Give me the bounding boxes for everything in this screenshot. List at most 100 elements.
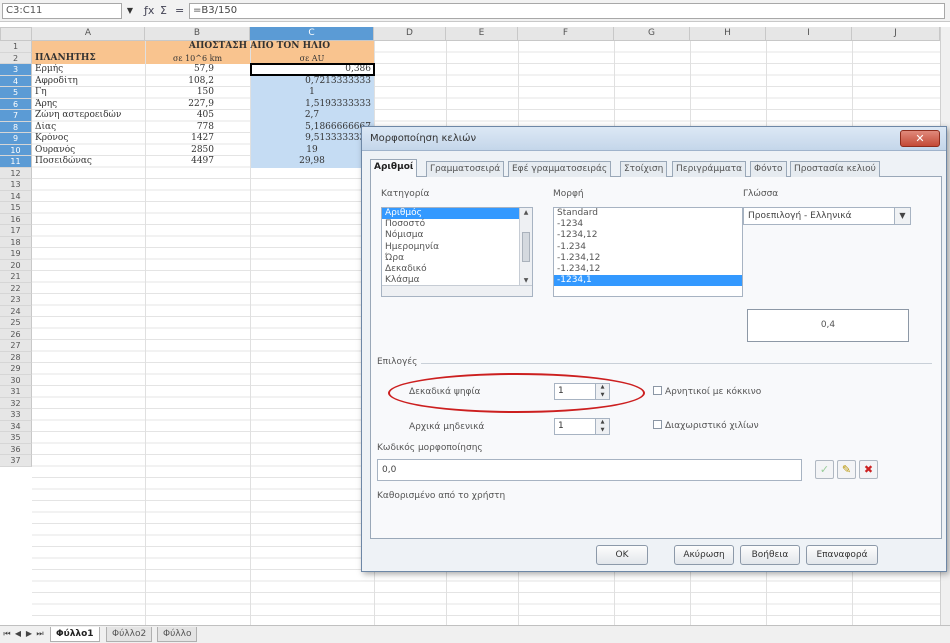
column-header-d[interactable]: D: [374, 27, 446, 41]
row-header[interactable]: 35: [0, 432, 32, 444]
distance-km-cell[interactable]: 778: [145, 122, 217, 134]
list-item[interactable]: Standard: [554, 208, 742, 219]
distance-km-cell[interactable]: 4497: [145, 156, 217, 168]
distance-km-cell[interactable]: 227,9: [145, 99, 217, 111]
sheet-tab-2[interactable]: Φύλλο2: [106, 627, 153, 642]
distance-km-cell[interactable]: 150: [145, 87, 217, 99]
format-list[interactable]: Standard -1234 -1234,12 -1.234 -1.234,12…: [553, 207, 743, 297]
list-item[interactable]: Ώρα: [382, 253, 532, 264]
column-header-g[interactable]: G: [614, 27, 690, 41]
cancel-button[interactable]: Ακύρωση: [674, 545, 734, 565]
distance-au-cell[interactable]: 2,7: [250, 110, 374, 122]
previous-sheet-icon[interactable]: ◀: [13, 628, 23, 640]
column-header-e[interactable]: E: [446, 27, 518, 41]
row-header[interactable]: 12: [0, 167, 32, 179]
planet-name-cell[interactable]: Γη: [32, 87, 145, 99]
list-item[interactable]: Νόμισμα: [382, 230, 532, 241]
ok-button[interactable]: OK: [596, 545, 648, 565]
tab-cell-protection[interactable]: Προστασία κελιού: [790, 161, 880, 177]
row-header[interactable]: 25: [0, 317, 32, 329]
last-sheet-icon[interactable]: ⏭: [35, 628, 45, 640]
sum-icon[interactable]: Σ: [160, 3, 167, 19]
close-button[interactable]: ✕: [900, 130, 940, 147]
row-header[interactable]: 16: [0, 213, 32, 225]
row-header[interactable]: 9: [0, 133, 32, 145]
planet-name-cell[interactable]: Ουρανός: [32, 145, 145, 157]
chevron-down-icon[interactable]: ▼: [124, 3, 136, 19]
category-list-scrollbar[interactable]: ▲ ▼: [519, 208, 532, 286]
row-header[interactable]: 30: [0, 374, 32, 386]
column-header-c[interactable]: C: [250, 27, 374, 41]
row-header[interactable]: 32: [0, 397, 32, 409]
row-header[interactable]: 17: [0, 225, 32, 237]
row-header[interactable]: 13: [0, 179, 32, 191]
row-header[interactable]: 15: [0, 202, 32, 214]
planet-name-cell[interactable]: Δίας: [32, 122, 145, 134]
row-header[interactable]: 26: [0, 328, 32, 340]
planet-name-cell[interactable]: Άρης: [32, 99, 145, 111]
list-item[interactable]: -1234: [554, 219, 742, 230]
leading-zeros-stepper[interactable]: 1 ▲ ▼: [554, 418, 610, 435]
scroll-thumb[interactable]: [522, 232, 530, 262]
column-header-a[interactable]: A: [32, 27, 145, 41]
column-header-f[interactable]: F: [518, 27, 614, 41]
row-header[interactable]: 3: [0, 64, 32, 76]
distance-km-cell[interactable]: 1427: [145, 133, 217, 145]
row-header[interactable]: 37: [0, 455, 32, 467]
delete-icon[interactable]: ✖: [859, 460, 878, 479]
increment-icon[interactable]: ▲: [596, 419, 609, 427]
row-header[interactable]: 19: [0, 248, 32, 260]
column-header-h[interactable]: H: [690, 27, 766, 41]
planet-name-cell[interactable]: Ερμής: [32, 64, 145, 76]
list-item[interactable]: -1.234,12: [554, 253, 742, 264]
tab-font-effects[interactable]: Εφέ γραμματοσειράς: [508, 161, 612, 177]
chevron-down-icon[interactable]: ▼: [894, 208, 910, 224]
function-wizard-icon[interactable]: ƒx: [144, 3, 154, 19]
row-header[interactable]: 28: [0, 351, 32, 363]
language-select[interactable]: Προεπιλογή - Ελληνικά ▼: [743, 207, 911, 225]
decrement-icon[interactable]: ▼: [596, 427, 609, 435]
list-item[interactable]: -1.234,12: [554, 264, 742, 275]
format-code-input[interactable]: 0,0: [377, 459, 802, 481]
list-item[interactable]: Ποσοστό: [382, 219, 532, 230]
column-a-header-cell[interactable]: ΠΛΑΝΗΤΗΣ: [32, 53, 145, 65]
reset-button[interactable]: Επαναφορά: [806, 545, 878, 565]
help-button[interactable]: Βοήθεια: [740, 545, 800, 565]
equals-icon[interactable]: =: [175, 3, 184, 19]
list-item[interactable]: Ημερομηνία: [382, 242, 532, 253]
sheet-tab-1[interactable]: Φύλλο1: [50, 627, 100, 642]
table-title[interactable]: ΑΠΟΣΤΑΣΗ ΑΠΟ ΤΟΝ ΗΛΙΟ: [145, 41, 374, 53]
distance-km-cell[interactable]: 108,2: [145, 76, 217, 88]
row-header[interactable]: 24: [0, 305, 32, 317]
row-header[interactable]: 18: [0, 236, 32, 248]
edit-comment-icon[interactable]: ✎: [837, 460, 856, 479]
row-header[interactable]: 4: [0, 75, 32, 87]
negative-red-checkbox[interactable]: Αρνητικοί με κόκκινο: [653, 386, 761, 397]
row-header[interactable]: 34: [0, 420, 32, 432]
distance-km-cell[interactable]: 2850: [145, 145, 217, 157]
row-header[interactable]: 1: [0, 41, 32, 53]
row-header[interactable]: 29: [0, 363, 32, 375]
row-header[interactable]: 10: [0, 144, 32, 156]
tab-background[interactable]: Φόντο: [750, 161, 787, 177]
planet-name-cell[interactable]: Ζώνη αστεροειδών: [32, 110, 145, 122]
distance-au-cell[interactable]: 19: [250, 145, 374, 157]
distance-km-cell[interactable]: 57,9: [145, 64, 217, 76]
distance-km-cell[interactable]: 405: [145, 110, 217, 122]
distance-au-cell[interactable]: 29,98: [250, 156, 374, 168]
list-item[interactable]: -1234,1: [554, 275, 742, 287]
row-header[interactable]: 23: [0, 294, 32, 306]
column-header-b[interactable]: B: [145, 27, 250, 41]
select-all-corner[interactable]: [0, 27, 32, 41]
row-header[interactable]: 20: [0, 259, 32, 271]
formula-input[interactable]: =B3/150: [189, 3, 945, 19]
tab-numbers[interactable]: Αριθμοί: [370, 159, 418, 178]
tab-font[interactable]: Γραμματοσειρά: [426, 161, 505, 177]
row-header[interactable]: 31: [0, 386, 32, 398]
row-header[interactable]: 14: [0, 190, 32, 202]
row-header[interactable]: 27: [0, 340, 32, 352]
planet-name-cell[interactable]: Αφροδίτη: [32, 76, 145, 88]
checkmark-icon[interactable]: ✓: [815, 460, 834, 479]
checkbox-box[interactable]: [653, 420, 662, 429]
tab-alignment[interactable]: Στοίχιση: [620, 161, 668, 177]
